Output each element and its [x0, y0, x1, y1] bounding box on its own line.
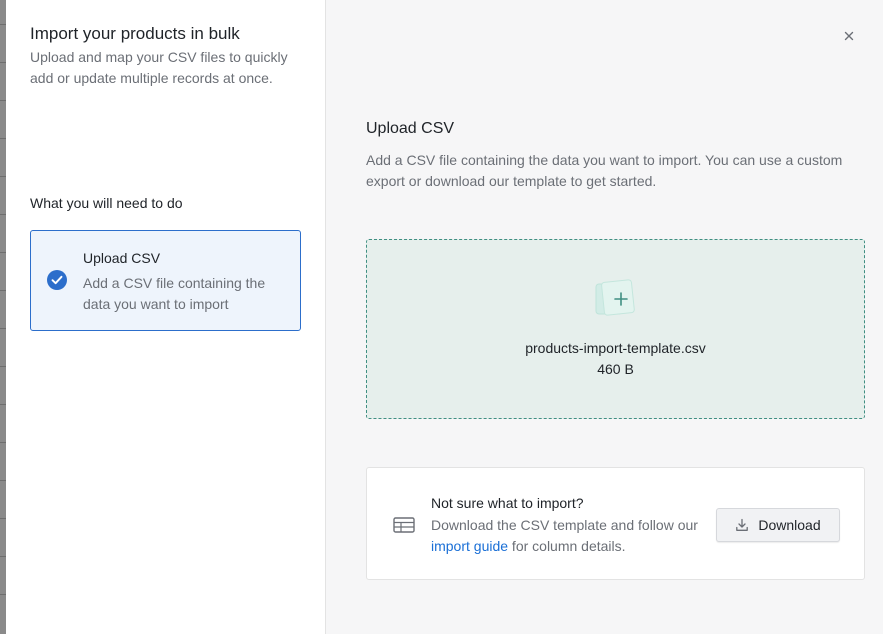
check-circle-icon: [47, 270, 67, 290]
steps-heading: What you will need to do: [30, 195, 183, 211]
close-icon: [844, 31, 854, 41]
import-modal: Import your products in bulk Upload and …: [6, 0, 883, 634]
table-icon: [393, 517, 415, 533]
help-description: Download the CSV template and follow our…: [431, 515, 701, 557]
upload-title: Upload CSV: [366, 120, 455, 137]
file-name: products-import-template.csv: [525, 340, 706, 356]
step-title: Upload CSV: [83, 250, 161, 266]
help-text-before: Download the CSV template and follow our: [431, 517, 698, 533]
sidebar-title: Import your products in bulk: [30, 24, 240, 43]
upload-panel: Upload CSV Add a CSV file containing the…: [326, 0, 883, 634]
import-guide-link[interactable]: import guide: [431, 538, 508, 554]
help-text-after: for column details.: [508, 538, 626, 554]
upload-description: Add a CSV file containing the data you w…: [366, 152, 843, 189]
csv-dropzone[interactable]: products-import-template.csv 460 B: [366, 239, 865, 419]
download-button-label: Download: [758, 517, 821, 533]
file-add-icon: [595, 279, 635, 316]
import-sidebar: Import your products in bulk Upload and …: [6, 0, 326, 634]
download-template-button[interactable]: Download: [716, 508, 840, 542]
sidebar-description: Upload and map your CSV files to quickly…: [30, 49, 288, 86]
file-size: 460 B: [597, 361, 634, 377]
help-title: Not sure what to import?: [431, 495, 584, 511]
template-help-card: Not sure what to import? Download the CS…: [366, 467, 865, 580]
download-icon: [736, 518, 749, 531]
step-upload-csv[interactable]: Upload CSV Add a CSV file containing the…: [30, 230, 301, 331]
close-button[interactable]: [839, 26, 859, 46]
step-description: Add a CSV file containing the data you w…: [83, 275, 266, 312]
